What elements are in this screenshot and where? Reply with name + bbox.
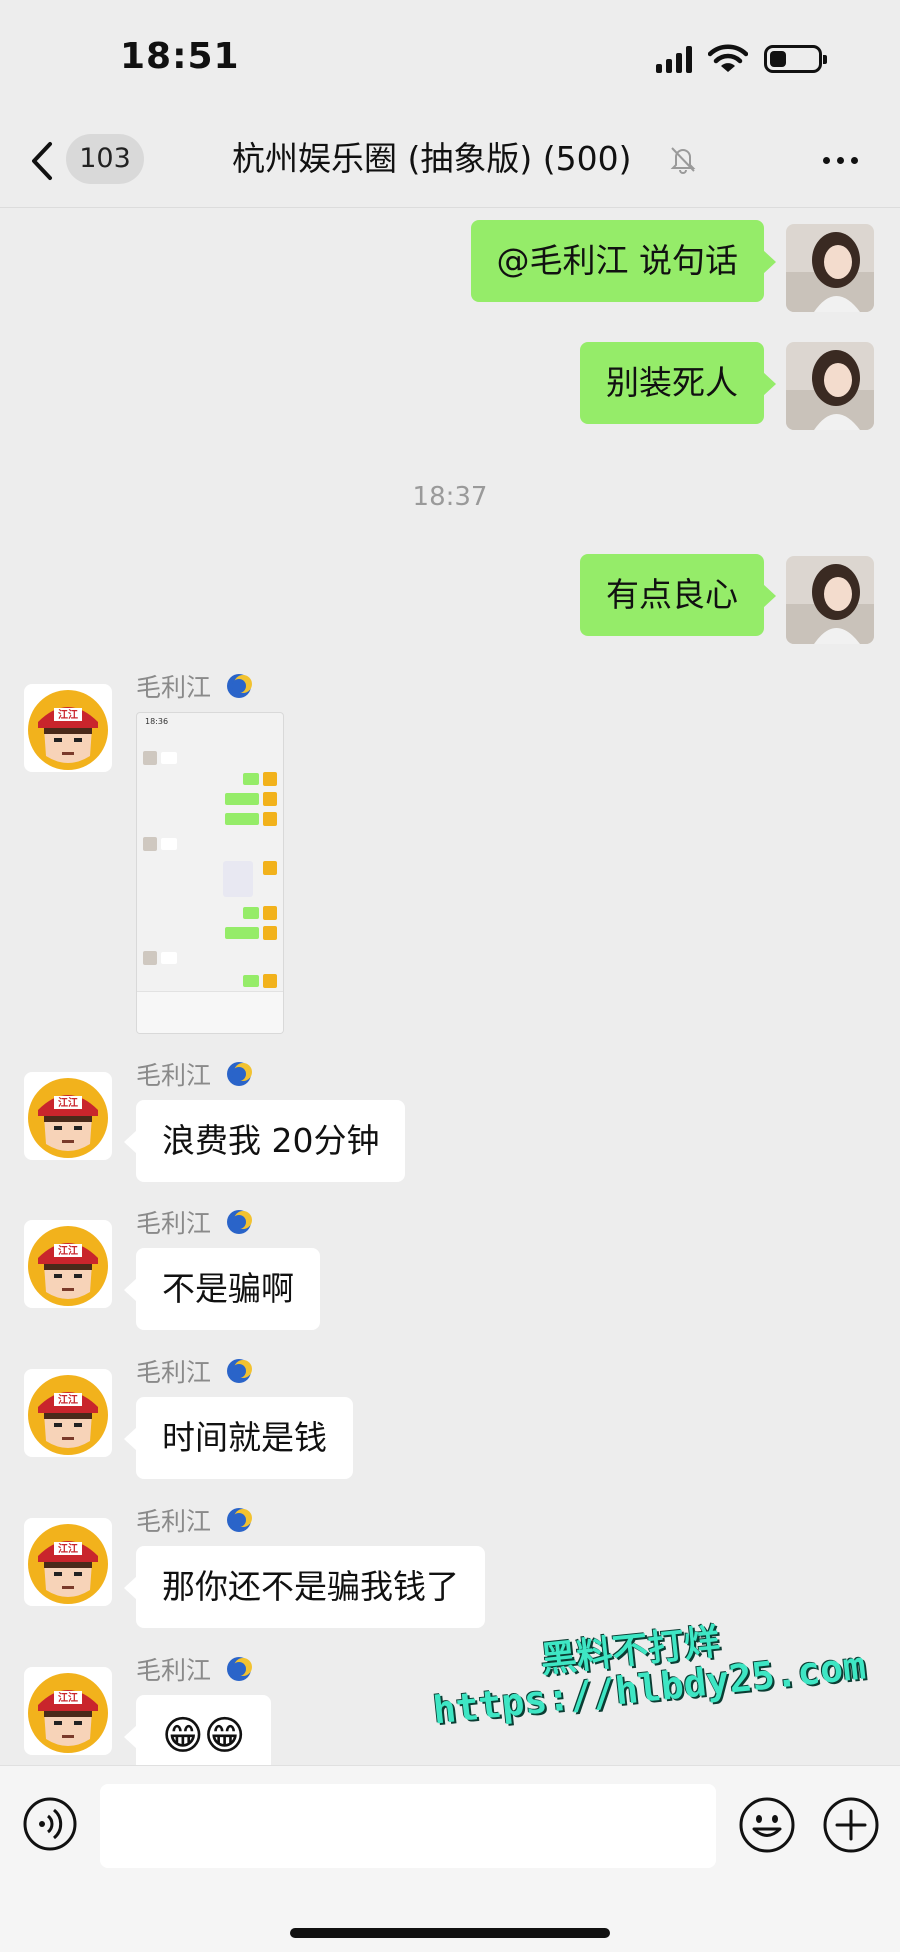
bell-slash-icon (670, 147, 696, 174)
moon-badge-icon (227, 1508, 253, 1532)
shot-avatar (263, 812, 277, 826)
shot-avatar (263, 906, 277, 920)
shot-bubble (225, 813, 259, 825)
svg-text:江江: 江江 (58, 1244, 78, 1257)
battery-icon (764, 45, 827, 73)
input-bar (0, 1765, 900, 1952)
shot-bubble (243, 907, 259, 919)
my-message-bubble[interactable]: 别装死人 (580, 342, 776, 424)
shot-bubble (161, 838, 177, 850)
sender-name: 毛利江 (136, 1502, 253, 1538)
moon-badge-icon (227, 1657, 253, 1681)
sender-name: 毛利江 (136, 1651, 253, 1687)
sender-name: 毛利江 (136, 668, 253, 704)
other-message-bubble[interactable]: 😁😁 (123, 1695, 272, 1765)
svg-text:江江: 江江 (58, 708, 78, 721)
svg-text:江江: 江江 (58, 1393, 78, 1406)
shot-bubble (243, 975, 259, 987)
signal-icon (656, 45, 692, 73)
svg-text:江江: 江江 (58, 1096, 78, 1109)
shot-avatar (263, 926, 277, 940)
shot-bubble (243, 773, 259, 785)
voice-icon[interactable] (22, 1796, 78, 1852)
other-message-bubble[interactable]: 时间就是钱 (124, 1397, 353, 1479)
shot-avatar (263, 772, 277, 786)
sender-name-text: 毛利江 (136, 1656, 212, 1685)
message-list[interactable]: @毛利江 说句话 别装死人 18:37 有点良心 江江 毛利江 18:36 江江… (0, 208, 900, 1765)
home-indicator (290, 1928, 610, 1938)
status-bar: 18:51 (0, 0, 900, 120)
sender-avatar[interactable]: 江江 (24, 1220, 112, 1308)
other-message-bubble[interactable]: 浪费我 20分钟 (123, 1100, 406, 1182)
message-input[interactable] (100, 1784, 716, 1868)
moon-badge-icon (227, 1210, 253, 1234)
svg-text:江江: 江江 (58, 1691, 78, 1704)
chat-header: 103 杭州娱乐圈 (抽象版) (500) (0, 120, 900, 208)
other-message-bubble[interactable]: 那你还不是骗我钱了 (124, 1546, 485, 1628)
shot-avatar (263, 792, 277, 806)
shot-avatar (263, 974, 277, 988)
sender-name: 毛利江 (136, 1056, 253, 1092)
shot-avatar (143, 951, 157, 965)
sender-avatar[interactable]: 江江 (24, 1072, 112, 1160)
sender-name-text: 毛利江 (136, 1209, 212, 1238)
image-message[interactable]: 18:36 (136, 712, 284, 1034)
shot-sticker (223, 861, 253, 897)
chat-title[interactable]: 杭州娱乐圈 (抽象版) (500) (232, 136, 631, 182)
moon-badge-icon (227, 1062, 253, 1086)
my-message-bubble[interactable]: 有点良心 (580, 554, 776, 636)
wifi-icon (708, 44, 748, 72)
shot-bubble (161, 752, 177, 764)
sender-name-text: 毛利江 (136, 1507, 212, 1536)
sender-name-text: 毛利江 (136, 1358, 212, 1387)
sender-avatar[interactable]: 江江 (24, 1369, 112, 1457)
sender-name-text: 毛利江 (136, 1061, 212, 1090)
my-message-bubble[interactable]: @毛利江 说句话 (470, 220, 776, 302)
shot-avatar (143, 751, 157, 765)
shot-avatar (263, 861, 277, 875)
emoji-icon[interactable] (738, 1796, 796, 1854)
my-avatar[interactable] (786, 342, 874, 430)
moon-badge-icon (227, 1359, 253, 1383)
sender-avatar[interactable]: 江江 (24, 1518, 112, 1606)
shot-avatar (143, 837, 157, 851)
shot-bubble (225, 793, 259, 805)
sender-avatar[interactable]: 江江 (24, 1667, 112, 1755)
moon-badge-icon (227, 674, 253, 698)
time-divider: 18:37 (412, 482, 488, 512)
my-avatar[interactable] (786, 556, 874, 644)
my-avatar[interactable] (786, 224, 874, 312)
chevron-left-icon[interactable] (22, 136, 62, 186)
status-time: 18:51 (120, 36, 240, 77)
ellipsis-icon[interactable] (810, 140, 870, 180)
svg-text:江江: 江江 (58, 1542, 78, 1555)
shot-bubble (225, 927, 259, 939)
plus-icon[interactable] (822, 1796, 880, 1854)
status-icons (656, 44, 827, 74)
shot-bubble (161, 952, 177, 964)
unread-count-badge[interactable]: 103 (66, 134, 144, 184)
sender-name: 毛利江 (136, 1353, 253, 1389)
shot-input-bar (137, 991, 283, 1033)
sender-name: 毛利江 (136, 1204, 253, 1240)
shot-time: 18:36 (145, 717, 169, 726)
sender-avatar[interactable]: 江江 (24, 684, 112, 772)
other-message-bubble[interactable]: 不是骗啊 (124, 1248, 320, 1330)
sender-name-text: 毛利江 (136, 673, 212, 702)
